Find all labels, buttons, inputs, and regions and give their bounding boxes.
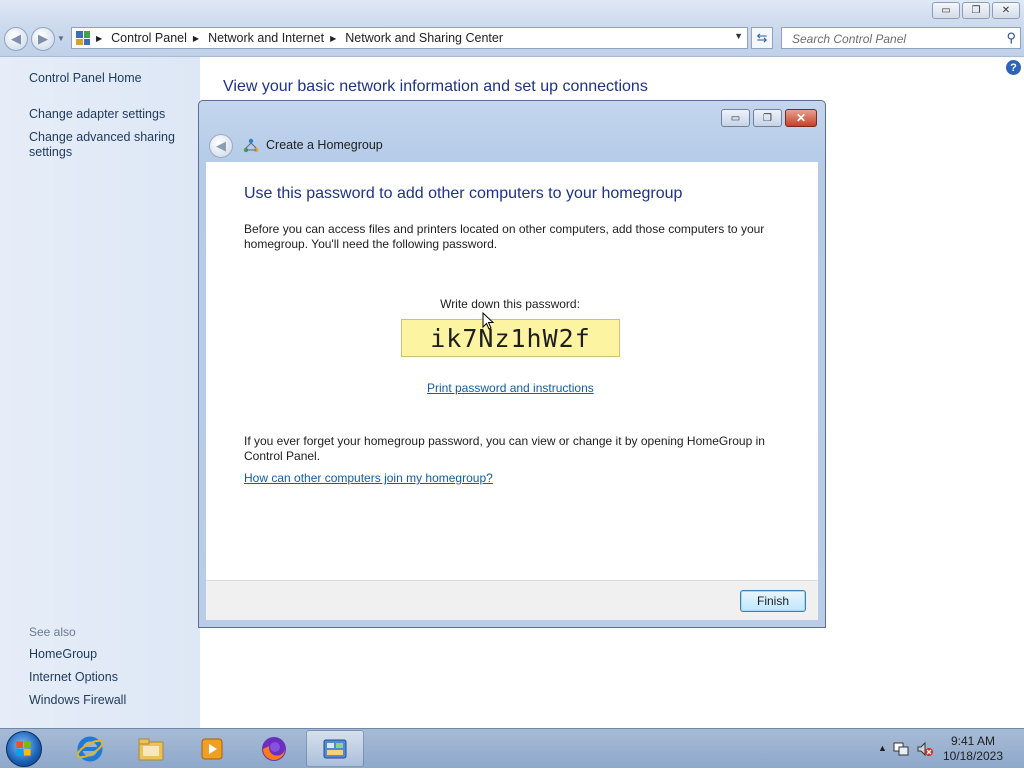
task-pane: Control Panel Home Change adapter settin…: [0, 57, 200, 728]
dialog-minimize-button[interactable]: ▭: [721, 109, 750, 127]
dialog-maximize-button[interactable]: ❐: [753, 109, 782, 127]
forward-button[interactable]: ▶: [31, 27, 55, 51]
control-panel-icon: [76, 31, 90, 45]
homegroup-link[interactable]: HomeGroup: [29, 647, 97, 662]
finish-button[interactable]: Finish: [740, 590, 806, 612]
show-hidden-icons-button[interactable]: ▲: [878, 743, 887, 753]
taskbar: ▲ 9:41 AM 10/18/2023: [0, 728, 1024, 768]
taskbar-firefox[interactable]: [245, 730, 303, 767]
breadcrumb-network-and-internet[interactable]: Network and Internet: [208, 31, 324, 45]
forget-password-text: If you ever forget your homegroup passwo…: [244, 434, 765, 463]
action-center-flag-icon[interactable]: [893, 741, 911, 757]
address-bar[interactable]: ▶ Control Panel ▶ Network and Internet ▶…: [71, 27, 748, 49]
breadcrumb-chevron-icon[interactable]: ▶: [96, 34, 102, 43]
windows-firewall-link[interactable]: Windows Firewall: [29, 693, 126, 708]
back-button[interactable]: ◀: [4, 27, 28, 51]
homegroup-icon: [243, 138, 259, 153]
dialog-caption-buttons: ▭ ❐ ✕: [721, 109, 817, 127]
internet-options-link[interactable]: Internet Options: [29, 670, 118, 685]
password-label: Write down this password:: [440, 297, 580, 311]
forward-icon: ▶: [38, 31, 48, 46]
dialog-body: Use this password to add other computers…: [206, 162, 818, 580]
internet-explorer-icon: [76, 736, 104, 761]
address-dropdown-icon[interactable]: ▼: [734, 31, 743, 41]
windows-logo-icon: [16, 741, 31, 756]
volume-muted-icon[interactable]: [916, 741, 934, 757]
clock-date: 10/18/2023: [942, 749, 1003, 763]
refresh-icon: ⇆: [756, 30, 768, 45]
mouse-cursor-icon: [482, 312, 494, 330]
control-panel-icon: [323, 739, 347, 758]
join-homegroup-help-link[interactable]: How can other computers join my homegrou…: [244, 471, 493, 485]
system-clock[interactable]: 9:41 AM 10/18/2023: [943, 734, 1003, 764]
window-titlebar: ▭ ❐ ✕: [0, 0, 1024, 22]
dialog-footer: Finish: [206, 580, 818, 620]
dialog-back-button[interactable]: ◀: [209, 134, 233, 158]
control-panel-home-link[interactable]: Control Panel Home: [29, 71, 142, 86]
search-input[interactable]: [790, 29, 994, 49]
search-icon[interactable]: ⚲: [1006, 30, 1016, 46]
window-restore-button[interactable]: ❐: [962, 2, 990, 19]
breadcrumb-control-panel[interactable]: Control Panel: [111, 31, 187, 45]
page-title: View your basic network information and …: [223, 78, 648, 95]
breadcrumb-network-sharing-center[interactable]: Network and Sharing Center: [345, 31, 503, 45]
window-close-button[interactable]: ✕: [992, 2, 1020, 19]
taskbar-media-player[interactable]: [183, 730, 241, 767]
recent-pages-dropdown[interactable]: ▼: [57, 34, 65, 43]
taskbar-windows-explorer[interactable]: [122, 730, 180, 767]
breadcrumb-chevron-icon[interactable]: ▶: [330, 34, 336, 43]
breadcrumb-chevron-icon[interactable]: ▶: [193, 34, 199, 43]
notification-area: ▲ 9:41 AM 10/18/2023: [864, 729, 1024, 769]
dialog-close-button[interactable]: ✕: [785, 109, 817, 127]
taskbar-control-panel[interactable]: [306, 730, 364, 767]
change-adapter-settings-link[interactable]: Change adapter settings: [29, 107, 165, 122]
help-icon[interactable]: ?: [1006, 60, 1021, 75]
create-homegroup-dialog: ▭ ❐ ✕ ◀ Create a Homegroup Use this pass…: [198, 100, 826, 628]
media-player-icon: [201, 738, 223, 759]
start-button[interactable]: [6, 731, 42, 767]
window-minimize-button[interactable]: ▭: [932, 2, 960, 19]
refresh-button[interactable]: ⇆: [751, 27, 773, 49]
navigation-toolbar: ◀ ▶ ▼ ▶ Control Panel ▶ Network and Inte…: [0, 22, 1024, 57]
search-box[interactable]: ⚲: [781, 27, 1021, 49]
homegroup-password: ik7Nz1hW2f: [401, 319, 620, 357]
window-caption-buttons: ▭ ❐ ✕: [932, 2, 1020, 19]
back-arrow-icon: ◀: [216, 138, 226, 153]
taskbar-internet-explorer[interactable]: [61, 730, 119, 767]
see-also-label: See also: [29, 625, 76, 639]
folder-icon: [138, 738, 164, 760]
intro-text: Before you can access files and printers…: [244, 222, 765, 251]
change-advanced-sharing-link[interactable]: Change advanced sharing settings: [29, 130, 179, 160]
clock-time: 9:41 AM: [950, 734, 995, 748]
firefox-icon: [262, 736, 286, 761]
back-icon: ◀: [11, 31, 21, 46]
dialog-title: Create a Homegroup: [266, 138, 383, 152]
dialog-heading: Use this password to add other computers…: [244, 185, 683, 202]
print-password-link[interactable]: Print password and instructions: [427, 381, 594, 395]
